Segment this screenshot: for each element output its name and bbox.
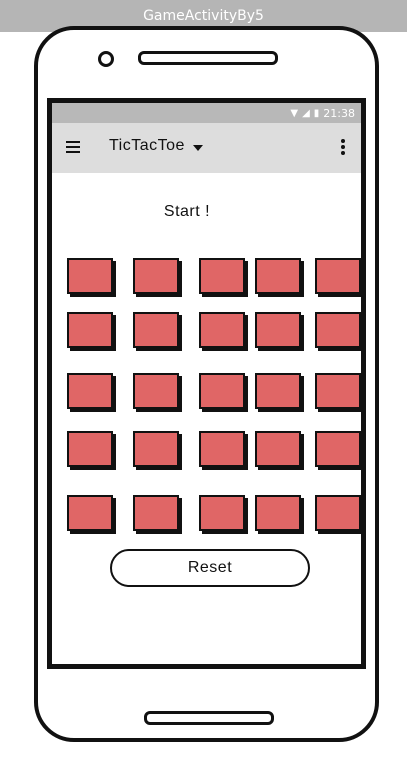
board-cell-3-4[interactable] — [315, 431, 361, 467]
board-cell-3-0[interactable] — [67, 431, 113, 467]
camera-icon — [98, 51, 114, 67]
chevron-down-icon[interactable] — [193, 145, 203, 151]
board-cell-1-0[interactable] — [67, 312, 113, 348]
board-cell-4-2[interactable] — [199, 495, 245, 531]
speaker-grille — [138, 51, 278, 65]
board-cell-0-0[interactable] — [67, 258, 113, 294]
app-toolbar: TicTacToe — [52, 123, 361, 173]
window-title: GameActivityBy5 — [143, 8, 264, 24]
board-cell-2-1[interactable] — [133, 373, 179, 409]
board-cell-1-1[interactable] — [133, 312, 179, 348]
board-cell-0-4[interactable] — [315, 258, 361, 294]
board-cell-4-4[interactable] — [315, 495, 361, 531]
reset-button[interactable]: Reset — [110, 549, 310, 587]
phone-screen: ▼ ◢ ▮ 21:38 TicTacToe Start ! Reset — [47, 98, 366, 669]
app-title[interactable]: TicTacToe — [109, 137, 185, 155]
board-cell-4-3[interactable] — [255, 495, 301, 531]
board-cell-2-4[interactable] — [315, 373, 361, 409]
board-cell-2-2[interactable] — [199, 373, 245, 409]
status-time: 21:38 — [323, 106, 355, 120]
board-cell-3-1[interactable] — [133, 431, 179, 467]
board-cell-1-4[interactable] — [315, 312, 361, 348]
more-vert-icon[interactable] — [341, 139, 345, 155]
home-button[interactable] — [144, 711, 274, 725]
board-cell-3-2[interactable] — [199, 431, 245, 467]
board-cell-2-0[interactable] — [67, 373, 113, 409]
hamburger-menu-icon[interactable] — [66, 141, 80, 153]
board-cell-0-3[interactable] — [255, 258, 301, 294]
battery-icon: ▮ — [313, 107, 320, 119]
board-cell-3-3[interactable] — [255, 431, 301, 467]
board-cell-4-1[interactable] — [133, 495, 179, 531]
board-cell-4-0[interactable] — [67, 495, 113, 531]
signal-icon: ◢ — [302, 107, 310, 119]
game-status: Start ! — [163, 203, 211, 220]
status-bar: ▼ ◢ ▮ 21:38 — [52, 103, 361, 123]
board-cell-0-1[interactable] — [133, 258, 179, 294]
board-cell-1-3[interactable] — [255, 312, 301, 348]
wifi-icon: ▼ — [290, 107, 299, 119]
board-cell-0-2[interactable] — [199, 258, 245, 294]
board-cell-2-3[interactable] — [255, 373, 301, 409]
board-cell-1-2[interactable] — [199, 312, 245, 348]
